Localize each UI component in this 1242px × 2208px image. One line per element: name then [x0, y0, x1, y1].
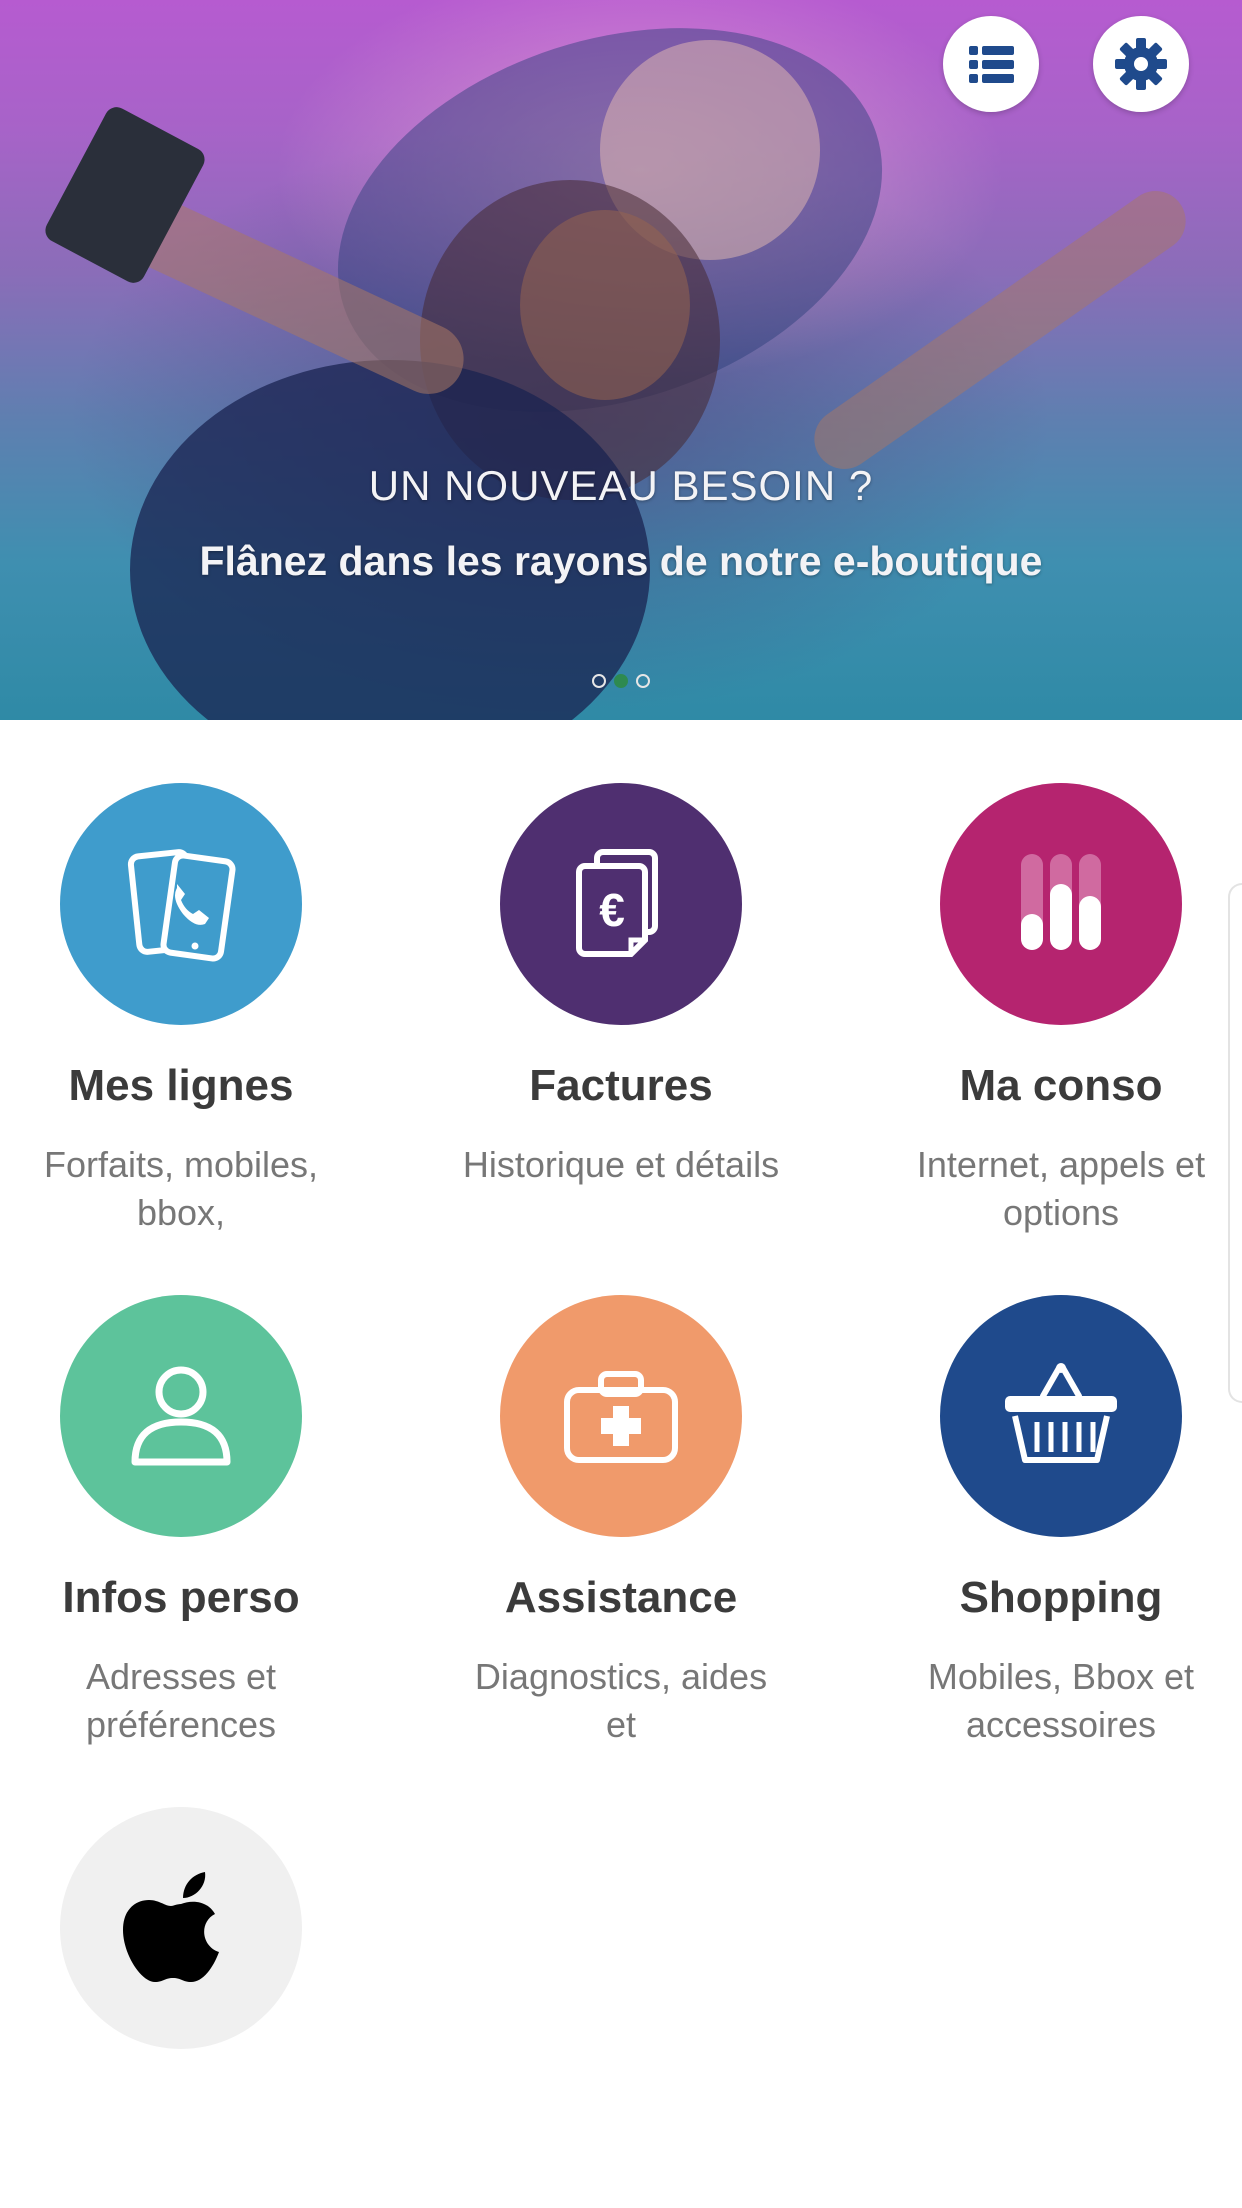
tile-title: Assistance: [504, 1573, 738, 1622]
apple-icon: [123, 1872, 219, 1982]
user-icon: [131, 1366, 231, 1466]
tile-icon-circle[interactable]: €: [500, 783, 742, 1025]
tile-title: Shopping: [959, 1573, 1163, 1622]
list-icon: [969, 46, 1014, 83]
hero-headline: UN NOUVEAU BESOIN ?: [368, 462, 874, 509]
tile-icon-circle[interactable]: [500, 1295, 742, 1537]
tile-title: Factures: [529, 1061, 713, 1110]
hero-banner[interactable]: UN NOUVEAU BESOIN ? Flânez dans les rayo…: [0, 0, 1242, 720]
tile-icon-circle[interactable]: [60, 783, 302, 1025]
tile-subtitle: Diagnostics, aides et: [474, 1656, 768, 1745]
tile-icon-circle[interactable]: [940, 783, 1182, 1025]
carousel-dot[interactable]: [592, 673, 606, 688]
tile-title: Infos perso: [62, 1573, 300, 1622]
carousel-indicator: [0, 672, 1242, 690]
first-aid-kit-icon: [564, 1371, 678, 1463]
tile-title: Mes lignes: [68, 1061, 294, 1110]
tile-icon-circle[interactable]: [60, 1807, 302, 2049]
tile-title: Ma conso: [959, 1061, 1163, 1110]
menu-list-button[interactable]: [943, 16, 1039, 112]
euro-invoice-icon: €: [576, 849, 658, 957]
tile-subtitle: Adresses et préférences: [85, 1656, 277, 1745]
tile-subtitle: Mobiles, Bbox et accessoires: [927, 1656, 1195, 1745]
tile-subtitle: Forfaits, mobiles, bbox,: [43, 1144, 319, 1233]
tile-icon-circle[interactable]: [60, 1295, 302, 1537]
gear-icon: [1115, 38, 1167, 90]
carousel-dot-active[interactable]: [614, 673, 628, 688]
carousel-dot[interactable]: [636, 673, 650, 688]
usage-bars-icon: [1021, 854, 1101, 950]
tile-icon-circle[interactable]: [940, 1295, 1182, 1537]
basket-icon: [1005, 1363, 1117, 1463]
tile-subtitle: Internet, appels et options: [916, 1144, 1206, 1233]
hero-tagline: Flânez dans les rayons de notre e-boutiq…: [199, 538, 1043, 584]
tile-subtitle: Historique et détails: [462, 1144, 780, 1185]
hero-photo-shape: [520, 210, 690, 400]
settings-button[interactable]: [1093, 16, 1189, 112]
svg-text:€: €: [599, 884, 625, 936]
side-panel-handle[interactable]: [1228, 883, 1242, 1403]
phones-icon: [127, 849, 236, 962]
